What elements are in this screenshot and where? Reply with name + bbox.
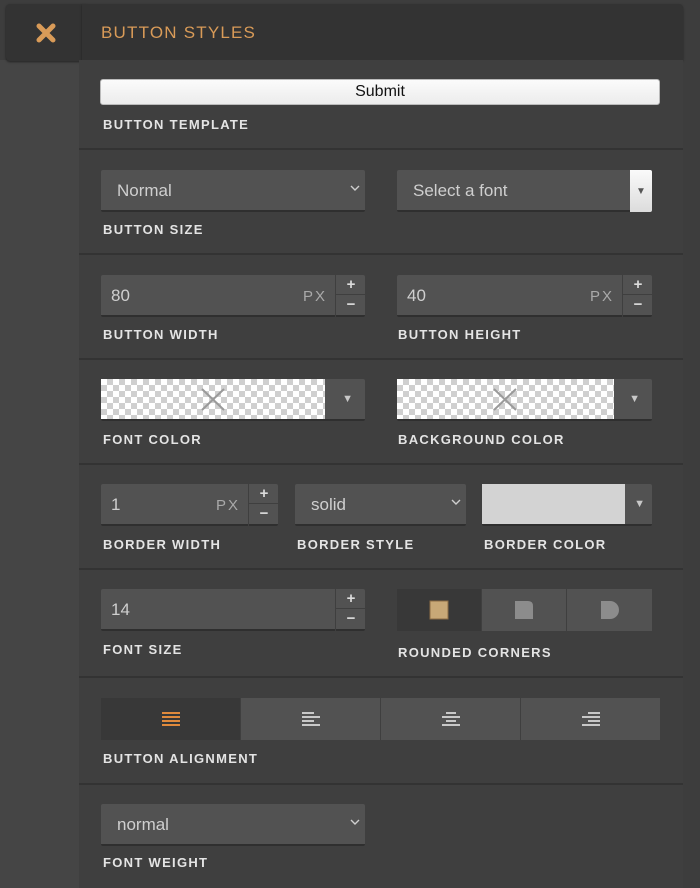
- align-right-icon: [581, 712, 600, 726]
- button-width-decrement[interactable]: −: [336, 295, 366, 315]
- align-left-icon: [301, 712, 320, 726]
- border-style-select[interactable]: solid: [295, 484, 466, 526]
- font-size-label: FONT SIZE: [103, 642, 183, 657]
- button-width-value: 80: [111, 286, 130, 305]
- panel-title: BUTTON STYLES: [101, 23, 257, 42]
- left-gutter: [0, 60, 79, 888]
- rounded-corners-label: ROUNDED CORNERS: [398, 645, 552, 660]
- border-width-unit: PX: [215, 497, 240, 514]
- alignment-section: BUTTON ALIGNMENT: [79, 678, 683, 785]
- border-width-stepper: + −: [248, 484, 279, 526]
- font-size-section: 14 + − FONT SIZE ROUNDED CORNERS: [79, 570, 683, 678]
- align-right-option[interactable]: [521, 698, 660, 740]
- button-height-label: BUTTON HEIGHT: [398, 327, 522, 342]
- align-left-option[interactable]: [241, 698, 381, 740]
- font-color-label: FONT COLOR: [103, 432, 202, 447]
- border-color-picker[interactable]: ▼: [482, 484, 652, 526]
- no-color-icon: [493, 388, 517, 411]
- font-weight-value: normal: [117, 815, 169, 834]
- font-size-field[interactable]: 14 + −: [101, 589, 366, 631]
- button-styles-panel: Submit BUTTON TEMPLATE Normal BUTTON SIZ…: [79, 60, 683, 888]
- no-color-icon: [201, 388, 225, 411]
- template-section: Submit BUTTON TEMPLATE: [79, 60, 683, 150]
- align-justify-icon: [161, 712, 180, 726]
- button-height-stepper: + −: [622, 275, 653, 317]
- button-alignment-group: [101, 698, 660, 740]
- border-style-label: BORDER STYLE: [297, 537, 415, 552]
- border-width-value: 1: [111, 495, 121, 514]
- corner-rounded-option[interactable]: [482, 589, 567, 631]
- font-size-stepper: + −: [335, 589, 366, 631]
- button-template-label: BUTTON TEMPLATE: [103, 117, 250, 132]
- font-color-picker[interactable]: ▼: [101, 379, 365, 421]
- chevron-down-icon: [350, 819, 360, 825]
- rounded-corners-group: [397, 589, 652, 631]
- border-color-swatch: [482, 484, 625, 524]
- dimensions-section: 80 PX + − BUTTON WIDTH 40 PX + − BUTTON …: [79, 255, 683, 360]
- background-color-dropdown-icon[interactable]: ▼: [629, 393, 640, 405]
- button-width-label: BUTTON WIDTH: [103, 327, 219, 342]
- button-size-select[interactable]: Normal: [101, 170, 365, 212]
- button-width-unit: PX: [302, 288, 327, 305]
- align-center-option[interactable]: [381, 698, 521, 740]
- rounded-corner-icon: [515, 601, 533, 619]
- font-select-dropdown-icon[interactable]: ▼: [630, 170, 652, 212]
- font-color-dropdown-icon[interactable]: ▼: [342, 393, 353, 405]
- size-section: Normal BUTTON SIZE Select a font ▼: [79, 150, 683, 255]
- close-button[interactable]: [6, 4, 86, 61]
- button-width-increment[interactable]: +: [336, 275, 366, 295]
- border-width-label: BORDER WIDTH: [103, 537, 222, 552]
- round-corner-icon: [600, 601, 619, 619]
- border-section: 1 PX + − BORDER WIDTH solid BORDER STYLE…: [79, 465, 683, 570]
- background-color-swatch: [397, 379, 614, 419]
- font-weight-select[interactable]: normal: [101, 804, 365, 846]
- panel-header: BUTTON STYLES: [82, 4, 683, 60]
- square-corner-icon: [429, 600, 449, 620]
- border-color-dropdown-icon[interactable]: ▼: [634, 498, 645, 510]
- chevron-down-icon: [451, 499, 461, 505]
- align-justify-option[interactable]: [101, 698, 241, 740]
- border-width-increment[interactable]: +: [249, 484, 279, 504]
- button-template-preview[interactable]: Submit: [100, 79, 660, 105]
- button-width-stepper: + −: [335, 275, 366, 317]
- border-width-decrement[interactable]: −: [249, 504, 279, 524]
- font-size-value: 14: [111, 600, 130, 619]
- font-select-placeholder: Select a font: [413, 181, 508, 200]
- align-center-icon: [441, 712, 460, 726]
- button-height-value: 40: [407, 286, 426, 305]
- button-height-unit: PX: [589, 288, 614, 305]
- corner-round-option[interactable]: [567, 589, 652, 631]
- font-size-decrement[interactable]: −: [336, 609, 366, 629]
- button-height-field[interactable]: 40 PX + −: [397, 275, 653, 317]
- button-height-decrement[interactable]: −: [623, 295, 653, 315]
- button-width-field[interactable]: 80 PX + −: [101, 275, 366, 317]
- font-weight-section: normal FONT WEIGHT: [79, 785, 683, 888]
- button-size-value: Normal: [117, 181, 172, 200]
- border-color-label: BORDER COLOR: [484, 537, 607, 552]
- border-width-field[interactable]: 1 PX + −: [101, 484, 279, 526]
- colors-section: ▼ FONT COLOR ▼ BACKGROUND COLOR: [79, 360, 683, 465]
- font-size-increment[interactable]: +: [336, 589, 366, 609]
- button-height-increment[interactable]: +: [623, 275, 653, 295]
- font-family-select[interactable]: Select a font ▼: [397, 170, 652, 212]
- border-style-value: solid: [311, 495, 346, 514]
- corner-square-option[interactable]: [397, 589, 482, 631]
- font-weight-label: FONT WEIGHT: [103, 855, 209, 870]
- background-color-picker[interactable]: ▼: [397, 379, 652, 421]
- close-x-icon: [36, 23, 56, 42]
- button-size-label: BUTTON SIZE: [103, 222, 204, 237]
- button-alignment-label: BUTTON ALIGNMENT: [103, 751, 259, 766]
- font-color-swatch: [101, 379, 325, 419]
- background-color-label: BACKGROUND COLOR: [398, 432, 565, 447]
- chevron-down-icon: [350, 185, 360, 191]
